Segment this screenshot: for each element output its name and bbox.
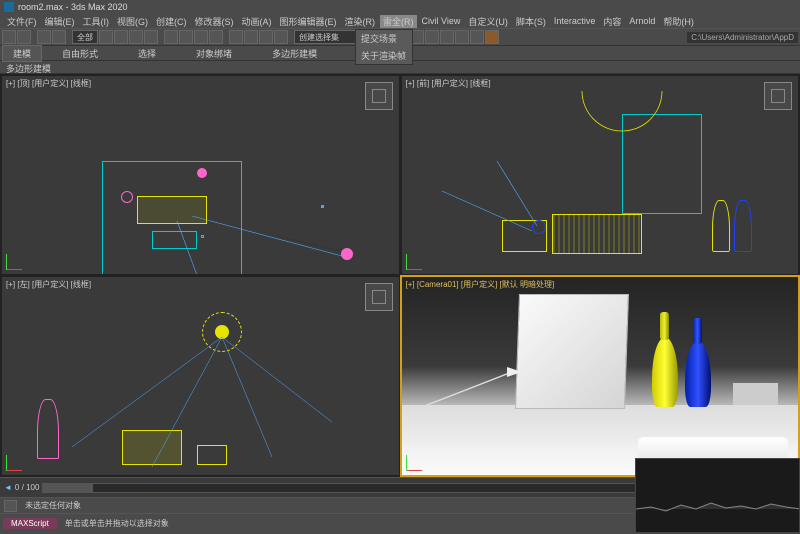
vase-wire-2 — [734, 200, 752, 252]
link-button[interactable] — [37, 30, 51, 44]
axis-gizmo — [406, 248, 428, 270]
stats-graph — [636, 459, 799, 532]
ribbon-tab-modeling[interactable]: 建模 — [2, 45, 42, 62]
select-button[interactable] — [99, 30, 113, 44]
window-crossing-button[interactable] — [144, 30, 158, 44]
light-core — [215, 325, 229, 339]
angle-snap-button[interactable] — [244, 30, 258, 44]
menu-customize[interactable]: 自定义(U) — [465, 15, 511, 28]
menu-content[interactable]: 内容 — [600, 15, 624, 28]
viewcube-icon[interactable] — [365, 82, 393, 110]
prompt-hint: 单击或单击并拖动以选择对象 — [59, 518, 175, 529]
menu-civil[interactable]: Civil View — [419, 16, 464, 26]
sofa-front — [552, 214, 642, 254]
select-rect-button[interactable] — [129, 30, 143, 44]
menu-edit[interactable]: 编辑(E) — [42, 15, 78, 28]
viewport-camera[interactable]: [+] [Camera01] [用户定义] [默认 明暗处理] — [401, 276, 800, 476]
vase-side — [37, 399, 59, 459]
ribbon-selection[interactable]: 选择 — [118, 47, 176, 60]
named-selection-combo[interactable]: 创建选择集 — [294, 30, 364, 44]
menu-file[interactable]: 文件(F) — [4, 15, 40, 28]
vase-yellow-neck — [660, 312, 669, 340]
viewport-front[interactable]: [+] [前] [用户定义] [线框] — [401, 75, 800, 275]
maxscript-tag[interactable]: MAXScript — [3, 518, 57, 529]
render-button[interactable] — [485, 30, 499, 44]
menu-help[interactable]: 帮助(H) — [660, 15, 697, 28]
render-setup-button[interactable] — [455, 30, 469, 44]
vase-yellow — [652, 337, 678, 407]
submenu-item-2[interactable]: 关于渲染帧 — [356, 47, 412, 64]
canvas-render — [514, 294, 628, 409]
menu-graph[interactable]: 图形编辑器(E) — [277, 15, 340, 28]
move-button[interactable] — [164, 30, 178, 44]
frame-range: 0 / 100 — [15, 483, 39, 492]
axis-gizmo — [6, 449, 28, 471]
ribbon-freeform[interactable]: 自由形式 — [42, 47, 118, 60]
viewcube-icon[interactable] — [365, 283, 393, 311]
menu-arnold[interactable]: Arnold — [626, 16, 658, 26]
select-name-button[interactable] — [114, 30, 128, 44]
viewport-top[interactable]: [+] [顶] [用户定义] [线框] — [1, 75, 400, 275]
menu-smooth[interactable]: 雷全(R) — [380, 15, 417, 28]
viewport-camera-shading: [默认 明暗处理] — [500, 280, 555, 289]
submenu-item-1[interactable]: 提交场景 — [356, 30, 412, 47]
viewcube-icon[interactable] — [764, 82, 792, 110]
table-top — [152, 231, 197, 249]
submenu-dropdown[interactable]: 提交场景 关于渲染帧 — [355, 29, 413, 65]
menu-bar[interactable]: 文件(F) 编辑(E) 工具(I) 视图(G) 创建(C) 修改器(S) 动画(… — [0, 14, 800, 28]
title-bar: room2.max - 3ds Max 2020 — [0, 0, 800, 14]
vase-blue-neck — [693, 318, 702, 344]
redo-button[interactable] — [17, 30, 31, 44]
viewport-left[interactable]: [+] [左] [用户定义] [线框] — [1, 276, 400, 476]
viewport-camera-label[interactable]: [+] [Camera01] [用户定义] [默认 明暗处理] — [406, 279, 555, 290]
filter-combo[interactable]: 全部 — [72, 30, 98, 44]
menu-render[interactable]: 渲染(R) — [342, 15, 379, 28]
box-side — [197, 445, 227, 465]
undo-button[interactable] — [2, 30, 16, 44]
menu-modify[interactable]: 修改器(S) — [192, 15, 237, 28]
books-render — [733, 383, 778, 405]
menu-interactive[interactable]: Interactive — [551, 16, 599, 26]
lamp-head — [532, 220, 546, 234]
panel-title: 多边形建模 — [6, 64, 51, 74]
vase-wire-1 — [712, 200, 730, 252]
sofa-top — [137, 196, 207, 224]
window-title: room2.max - 3ds Max 2020 — [18, 2, 128, 12]
canvas-frame — [622, 114, 702, 214]
object-circle-1 — [121, 191, 133, 203]
rotate-button[interactable] — [179, 30, 193, 44]
render-frame-button[interactable] — [470, 30, 484, 44]
viewport-front-label[interactable]: [+] [前] [用户定义] [线框] — [406, 78, 491, 89]
snap-button[interactable] — [229, 30, 243, 44]
viewport-camera-text: [+] [Camera01] [用户定义] — [406, 280, 500, 289]
object-circle-2 — [197, 168, 207, 178]
lock-button[interactable] — [4, 500, 17, 512]
axis-gizmo — [6, 248, 28, 270]
viewport-left-label[interactable]: [+] [左] [用户定义] [线框] — [6, 279, 91, 290]
scale-button[interactable] — [194, 30, 208, 44]
menu-anim[interactable]: 动画(A) — [239, 15, 275, 28]
ribbon-object[interactable]: 对象绑堵 — [176, 47, 252, 60]
selection-status: 未选定任何对象 — [25, 500, 81, 511]
viewport-top-label[interactable]: [+] [顶] [用户定义] [线框] — [6, 78, 91, 89]
camera-lines — [202, 236, 203, 237]
placement-button[interactable] — [209, 30, 223, 44]
app-icon — [4, 2, 14, 12]
material-button[interactable] — [440, 30, 454, 44]
viewport-container: [+] [顶] [用户定义] [线框] [+] [前] [用户定义] [线框] — [0, 74, 800, 477]
menu-script[interactable]: 脚本(S) — [513, 15, 549, 28]
menu-create[interactable]: 创建(C) — [153, 15, 190, 28]
stats-graph-panel[interactable] — [635, 458, 800, 533]
menu-tools[interactable]: 工具(I) — [80, 15, 113, 28]
menu-group[interactable]: 视图(G) — [114, 15, 151, 28]
spinner-snap-button[interactable] — [274, 30, 288, 44]
percent-snap-button[interactable] — [259, 30, 273, 44]
sofa-side — [122, 430, 182, 465]
schematic-button[interactable] — [425, 30, 439, 44]
ribbon-poly[interactable]: 多边形建模 — [252, 47, 337, 60]
project-path: C:\Users\Administrator\AppD — [687, 32, 798, 43]
vase-blue — [685, 341, 711, 407]
unlink-button[interactable] — [52, 30, 66, 44]
axis-gizmo — [406, 449, 428, 471]
